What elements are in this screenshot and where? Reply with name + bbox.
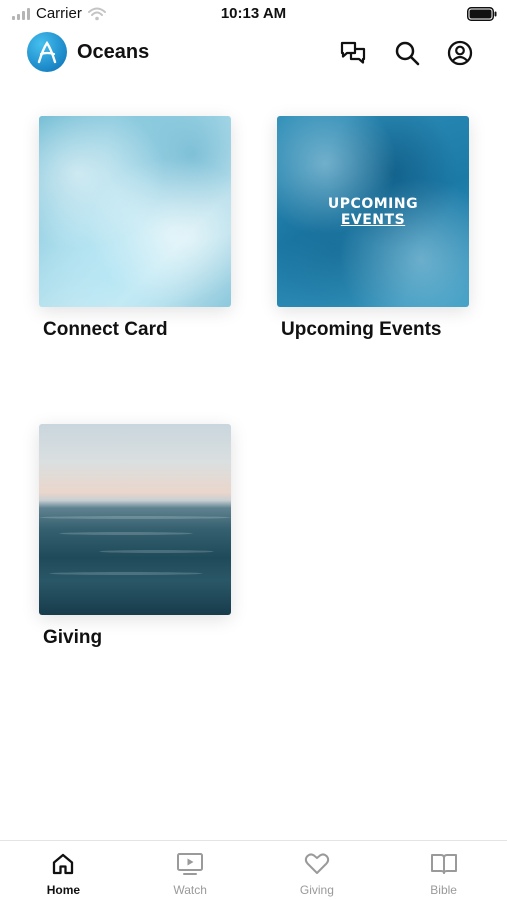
heart-icon bbox=[303, 851, 331, 877]
tile-title: Giving bbox=[43, 627, 103, 648]
tab-home[interactable]: Home bbox=[0, 841, 127, 900]
tile-connect-card[interactable]: Connect Card bbox=[39, 116, 231, 341]
search-icon bbox=[395, 41, 420, 66]
tab-label: Home bbox=[46, 883, 81, 897]
connect-card-image bbox=[39, 116, 231, 307]
tab-watch[interactable]: Watch bbox=[127, 841, 254, 900]
battery-icon bbox=[467, 7, 497, 21]
search-button[interactable] bbox=[392, 38, 422, 68]
tile-title: Connect Card bbox=[43, 319, 168, 340]
tile-upcoming-events[interactable]: UPCOMING EVENTS Upcoming Events bbox=[277, 116, 469, 341]
home-icon bbox=[49, 851, 77, 877]
profile-button[interactable] bbox=[445, 38, 475, 68]
chat-button[interactable] bbox=[338, 38, 368, 68]
tab-bar: Home Watch Giving Bible bbox=[0, 840, 507, 900]
tab-label: Bible bbox=[430, 883, 457, 897]
app-title: Oceans bbox=[77, 41, 150, 63]
tab-giving[interactable]: Giving bbox=[254, 841, 381, 900]
watch-icon bbox=[176, 851, 204, 877]
tab-label: Watch bbox=[173, 883, 207, 897]
tile-giving[interactable]: Giving bbox=[39, 424, 231, 649]
giving-image bbox=[39, 424, 231, 615]
tab-bible[interactable]: Bible bbox=[380, 841, 507, 900]
chat-icon bbox=[340, 41, 366, 64]
book-icon bbox=[430, 851, 458, 877]
status-time: 10:13 AM bbox=[220, 5, 287, 22]
events-image-text-line1: UPCOMING bbox=[327, 196, 419, 212]
tab-label: Giving bbox=[299, 883, 334, 897]
upcoming-events-image: UPCOMING EVENTS bbox=[277, 116, 469, 307]
tile-title: Upcoming Events bbox=[281, 319, 442, 340]
events-image-text: UPCOMING EVENTS bbox=[277, 196, 469, 228]
profile-icon bbox=[447, 40, 473, 66]
status-bar: Carrier 10:13 AM bbox=[0, 0, 507, 28]
app-logo-icon[interactable] bbox=[27, 32, 67, 72]
events-image-text-line2: EVENTS bbox=[340, 212, 406, 228]
app-header: Oceans bbox=[0, 30, 507, 76]
